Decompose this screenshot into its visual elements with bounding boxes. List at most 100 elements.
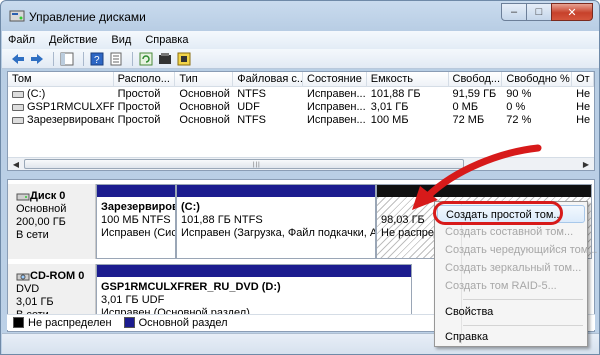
partition-title: Зарезервиров [101, 201, 175, 213]
help-icon[interactable]: ? [89, 51, 105, 67]
disk-action-icon[interactable] [176, 51, 192, 67]
volume-name-cell: GSP1RMCULXFRE... [8, 101, 114, 114]
disk-0-status: В сети [16, 229, 49, 241]
cdrom-0-type: DVD [16, 283, 40, 295]
type-cell: Основной [179, 114, 230, 126]
col-layout[interactable]: Располо... [114, 72, 176, 87]
disk-settings-icon[interactable] [157, 51, 173, 67]
filesystem-cell: UDF [237, 101, 260, 113]
menu-item-properties[interactable]: Свойства [437, 303, 585, 321]
menu-separator [463, 325, 583, 326]
cdrom-0-label[interactable]: CD-ROM 0 DVD 3,01 ГБ В сети [8, 264, 96, 321]
close-button[interactable]: ✕ [551, 3, 593, 21]
menu-item-create-mirrored-volume[interactable]: Создать зеркальный том... [437, 259, 585, 277]
hard-disk-icon [16, 193, 30, 200]
partition-bar [177, 185, 375, 197]
volume-name-cell: (C:) [8, 88, 114, 101]
layout-cell: Простой [117, 114, 161, 126]
minimize-button[interactable]: – [501, 3, 527, 21]
menu-item-help[interactable]: Справка [437, 328, 585, 346]
menu-item-create-raid5-volume[interactable]: Создать том RAID-5... [437, 277, 585, 295]
legend-swatch-unallocated [13, 317, 24, 328]
col-free-percent[interactable]: Свободно % [502, 72, 573, 87]
partition-c[interactable]: (C:) 101,88 ГБ NTFS Исправен (Загрузка, … [176, 184, 376, 259]
horizontal-scrollbar[interactable]: ◀ ||| ▶ [8, 157, 594, 170]
annotation-highlight-ring [433, 201, 563, 225]
col-filesystem[interactable]: Файловая с... [233, 72, 303, 87]
fault-tolerance-cell: Не [576, 114, 591, 126]
menu-file[interactable]: Файл [8, 34, 35, 46]
col-free-space[interactable]: Свобод... [449, 72, 503, 87]
capacity-cell: 3,01 ГБ [370, 101, 409, 113]
fault-tolerance-cell: Не [576, 101, 591, 113]
menu-item-create-spanned-volume[interactable]: Создать составной том... [437, 223, 585, 241]
menu-action[interactable]: Действие [49, 34, 97, 46]
drive-icon [12, 116, 24, 124]
free-space-cell: 72 МБ [452, 114, 485, 126]
col-status[interactable]: Состояние [303, 72, 367, 87]
console-tree-icon[interactable] [59, 51, 75, 67]
disk-0-type: Основной [16, 203, 67, 215]
partition-bar [97, 185, 175, 197]
svg-text:?: ? [94, 55, 100, 66]
layout-cell: Простой [117, 88, 161, 100]
col-capacity[interactable]: Емкость [367, 72, 449, 87]
partition-dvd[interactable]: GSP1RMCULXFRER_RU_DVD (D:) 3,01 ГБ UDF И… [96, 264, 412, 316]
col-type[interactable]: Тип [175, 72, 234, 87]
legend-swatch-primary [123, 317, 135, 328]
disk-0-size: 200,00 ГБ [16, 216, 66, 228]
table-row[interactable]: (C:) Простой Основной NTFS Исправен... 1… [8, 88, 594, 101]
partition-bar [377, 185, 591, 197]
menu-view[interactable]: Вид [111, 34, 131, 46]
scroll-grip-icon: ||| [253, 162, 261, 168]
volume-list-header: Том Располо... Тип Файловая с... Состоян… [8, 72, 595, 87]
menu-separator [463, 299, 583, 300]
menu-bar: Файл Действие Вид Справка [2, 31, 599, 49]
status-cell: Исправен... [306, 101, 366, 113]
partition-title: GSP1RMCULXFRER_RU_DVD (D:) [101, 281, 281, 293]
refresh-icon[interactable] [138, 51, 154, 67]
volume-name-cell: Зарезервировано... [8, 114, 114, 127]
forward-arrow-icon[interactable] [29, 51, 45, 67]
disk-0-name: Диск 0 [16, 190, 95, 203]
menu-item-create-striped-volume[interactable]: Создать чередующийся том... [437, 241, 598, 259]
type-cell: Основной [179, 101, 230, 113]
capacity-cell: 101,88 ГБ [370, 88, 421, 100]
title-bar[interactable]: Управление дисками – □ ✕ [1, 1, 599, 31]
col-fault-tolerance[interactable]: От [572, 72, 595, 87]
window-title: Управление дисками [29, 10, 146, 24]
status-cell: Исправен... [306, 88, 366, 100]
partition-size: 3,01 ГБ UDF [101, 294, 165, 306]
menu-help[interactable]: Справка [145, 34, 188, 46]
scroll-right-icon[interactable]: ▶ [580, 159, 592, 170]
toolbar: ? [2, 49, 599, 69]
partition-title: (C:) [181, 201, 200, 213]
status-cell: Исправен... [306, 114, 366, 126]
filesystem-cell: NTFS [237, 114, 266, 126]
partition-status: Исправен (Загрузка, Файл подкачки, Авар [181, 227, 375, 239]
scroll-left-icon[interactable]: ◀ [10, 159, 22, 170]
scrollbar-thumb[interactable]: ||| [24, 159, 464, 169]
toolbar-separator [132, 51, 133, 66]
layout-cell: Простой [117, 101, 161, 113]
filesystem-cell: NTFS [237, 88, 266, 100]
maximize-button[interactable]: □ [526, 3, 552, 21]
disk-management-icon [9, 10, 25, 22]
partition-size: 101,88 ГБ NTFS [181, 214, 263, 226]
properties-icon[interactable] [108, 51, 124, 67]
col-volume[interactable]: Том [8, 72, 114, 87]
free-percent-cell: 90 % [506, 88, 532, 100]
partition-size: 100 МБ NTFS [101, 214, 171, 226]
partition-reserved[interactable]: Зарезервиров 100 МБ NTFS Исправен (Сис [96, 184, 176, 259]
table-row[interactable]: Зарезервировано... Простой Основной NTFS… [8, 114, 594, 127]
disk-0-label[interactable]: Диск 0 Основной 200,00 ГБ В сети [8, 184, 96, 259]
back-arrow-icon[interactable] [10, 51, 26, 67]
partition-bar [97, 265, 411, 277]
table-row[interactable]: GSP1RMCULXFRE... Простой Основной UDF Ис… [8, 101, 594, 114]
volume-list: Том Располо... Тип Файловая с... Состоян… [7, 71, 595, 171]
legend-label-unallocated: Не распределен [28, 316, 112, 329]
free-percent-cell: 72 % [506, 114, 532, 126]
free-percent-cell: 0 % [506, 101, 526, 113]
cd-drive-icon [16, 273, 30, 280]
dvd-drive-icon [12, 103, 24, 111]
